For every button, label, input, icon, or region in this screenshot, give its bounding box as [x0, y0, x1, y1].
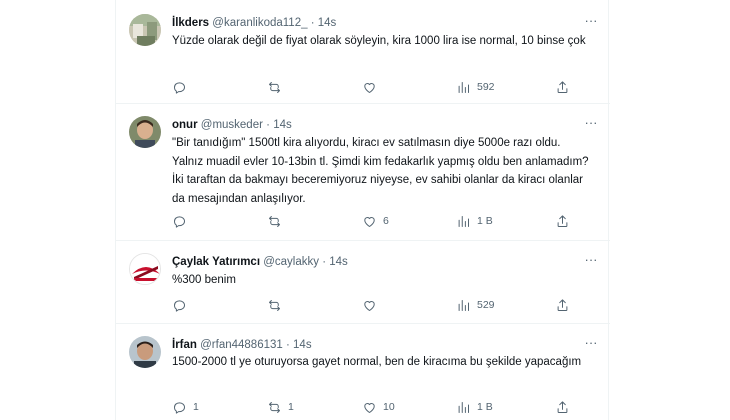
heart-icon [364, 402, 375, 413]
retweet-icon [269, 215, 280, 227]
reply-icon [174, 81, 185, 94]
username[interactable]: @rfan44886131 [200, 339, 283, 351]
reply-icon [174, 401, 185, 414]
reply-icon [174, 299, 185, 312]
heart-icon [364, 300, 375, 311]
views-icon [458, 299, 469, 311]
like-button[interactable]: 10 [362, 398, 395, 416]
separator-dot: · [285, 339, 290, 351]
like-count: 6 [383, 215, 389, 227]
reply-button[interactable] [172, 78, 193, 96]
views-button[interactable]: 1 B [456, 212, 493, 230]
separator-dot: · [322, 256, 327, 268]
tweet-header: İrfan @rfan44886131 · 14s [172, 337, 312, 353]
tweet-actions: 529 [172, 296, 592, 314]
tweet[interactable]: Çaylak Yatırımcı @caylakky · 14s ··· %30… [116, 241, 610, 324]
more-icon[interactable]: ··· [582, 336, 600, 352]
reply-count: 1 [193, 401, 199, 413]
heart-icon [364, 82, 375, 93]
reply-button[interactable] [172, 296, 193, 314]
views-button[interactable]: 1 B [456, 398, 493, 416]
tweet-header: onur @muskeder · 14s [172, 117, 292, 133]
retweet-count: 1 [288, 401, 294, 413]
avatar[interactable] [129, 116, 161, 148]
retweet-icon [269, 81, 280, 93]
separator-dot: · [266, 119, 270, 131]
retweet-button[interactable] [267, 78, 288, 96]
view-count: 1 B [477, 401, 493, 413]
views-icon [458, 81, 469, 93]
display-name[interactable]: Çaylak Yatırımcı [172, 256, 260, 268]
tweet-actions: 1 1 10 1 B [172, 398, 592, 416]
tweet-header: İlkders @karanlikoda112_ · 14s [172, 15, 336, 31]
username[interactable]: @muskeder [201, 119, 263, 131]
tweet-header: Çaylak Yatırımcı @caylakky · 14s [172, 254, 348, 270]
share-icon [557, 80, 568, 93]
reply-button[interactable]: 1 [172, 398, 199, 416]
heart-icon [364, 216, 375, 227]
share-button[interactable] [555, 296, 570, 314]
display-name[interactable]: onur [172, 119, 198, 131]
tweet[interactable]: İlkders @karanlikoda112_ · 14s ··· Yüzde… [116, 0, 610, 104]
views-icon [458, 401, 469, 413]
like-button[interactable] [362, 296, 383, 314]
tweet-actions: 6 1 B [172, 212, 592, 230]
timestamp[interactable]: 14s [329, 256, 348, 268]
view-count: 592 [477, 81, 495, 93]
retweet-button[interactable]: 1 [267, 398, 294, 416]
tweet[interactable]: İrfan @rfan44886131 · 14s ··· 1500-2000 … [116, 324, 610, 420]
reply-icon [174, 215, 185, 228]
share-button[interactable] [555, 212, 570, 230]
views-button[interactable]: 529 [456, 296, 495, 314]
view-count: 529 [477, 299, 495, 311]
like-count: 10 [383, 401, 395, 413]
share-icon [557, 298, 568, 311]
views-icon [458, 215, 469, 227]
like-button[interactable]: 6 [362, 212, 389, 230]
retweet-button[interactable] [267, 212, 288, 230]
display-name[interactable]: İrfan [172, 339, 197, 351]
views-button[interactable]: 592 [456, 78, 495, 96]
username[interactable]: @karanlikoda112_ [212, 17, 307, 29]
tweet[interactable]: onur @muskeder · 14s ··· "Bir tanıdığım"… [116, 104, 610, 241]
timestamp[interactable]: 14s [318, 17, 337, 29]
like-button[interactable] [362, 78, 383, 96]
timestamp[interactable]: 14s [273, 119, 292, 131]
share-icon [557, 214, 568, 227]
more-icon[interactable]: ··· [582, 253, 600, 269]
tweet-actions: 592 [172, 78, 592, 96]
avatar[interactable] [129, 336, 161, 368]
tweet-text: "Bir tanıdığım" 1500tl kira alıyordu, ki… [172, 137, 589, 205]
retweet-icon [269, 401, 280, 413]
tweet-text: Yüzde olarak değil de fiyat olarak söyle… [172, 35, 586, 47]
more-icon[interactable]: ··· [582, 116, 600, 132]
username[interactable]: @caylakky [263, 256, 319, 268]
tweet-text: 1500-2000 tl ye oturuyorsa gayet normal,… [172, 356, 582, 368]
avatar[interactable] [129, 14, 161, 46]
reply-button[interactable] [172, 212, 193, 230]
retweet-icon [269, 299, 280, 311]
share-icon [557, 400, 568, 413]
tweet-text: %300 benim [172, 274, 236, 286]
separator-dot: · [310, 17, 315, 29]
timestamp[interactable]: 14s [293, 339, 312, 351]
display-name[interactable]: İlkders [172, 17, 209, 29]
view-count: 1 B [477, 215, 493, 227]
timeline: İlkders @karanlikoda112_ · 14s ··· Yüzde… [115, 0, 610, 420]
share-button[interactable] [555, 398, 570, 416]
retweet-button[interactable] [267, 296, 288, 314]
avatar[interactable] [129, 253, 161, 285]
more-icon[interactable]: ··· [582, 14, 600, 30]
share-button[interactable] [555, 78, 570, 96]
